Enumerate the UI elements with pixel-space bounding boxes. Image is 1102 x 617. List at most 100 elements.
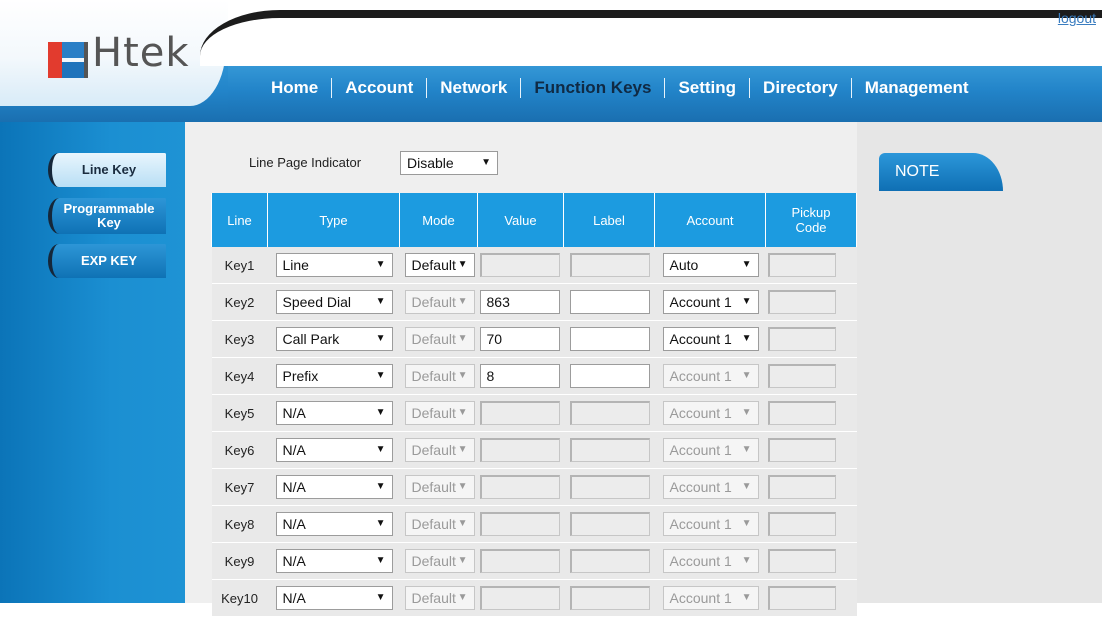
label-input[interactable] [569,549,650,573]
mode-select[interactable]: Default ▼ [404,327,475,351]
pickup-code-input[interactable] [767,512,836,536]
account-select[interactable]: Account 1 ▼ [662,401,759,425]
label-input[interactable] [569,253,650,277]
key-name: Key4 [211,357,268,395]
dropdown-arrow-icon: ▼ [375,555,386,566]
account-select[interactable]: Auto ▼ [662,253,759,277]
type-select[interactable]: N/A ▼ [275,512,393,536]
label-input[interactable] [569,401,650,425]
label-input[interactable] [569,512,650,536]
type-select[interactable]: N/A ▼ [275,549,393,573]
nav-directory[interactable]: Directory [750,78,851,98]
account-select[interactable]: Account 1 ▼ [662,327,759,351]
type-select[interactable]: Line ▼ [275,253,393,277]
value-input[interactable] [479,475,560,499]
pickup-code-input[interactable] [767,475,836,499]
label-input[interactable] [569,364,650,388]
mode-select[interactable]: Default ▼ [404,586,475,610]
value-input[interactable] [479,549,560,573]
dropdown-arrow-icon: ▼ [375,592,386,603]
dropdown-arrow-icon: ▼ [457,518,468,529]
pickup-code-input[interactable] [767,290,836,314]
function-keys-table: Line Type Mode Value Label Account Picku… [211,193,857,617]
nav-network[interactable]: Network [427,78,520,98]
mode-select[interactable]: Default ▼ [404,438,475,462]
pickup-code-input[interactable] [767,586,836,610]
pickup-code-input[interactable] [767,364,836,388]
type-select[interactable]: N/A ▼ [275,438,393,462]
type-select[interactable]: N/A ▼ [275,401,393,425]
value-input[interactable] [479,586,560,610]
mode-select[interactable]: Default ▼ [404,475,475,499]
table-row: Key6 N/A ▼ Default ▼ Account 1 ▼ [211,431,857,469]
label-input[interactable] [569,586,650,610]
pickup-code-input[interactable] [767,549,836,573]
type-value: Call Park [282,331,340,347]
pickup-code-input[interactable] [767,253,836,277]
nav-account[interactable]: Account [332,78,426,98]
account-select[interactable]: Account 1 ▼ [662,549,759,573]
mode-select[interactable]: Default ▼ [404,290,475,314]
account-select[interactable]: Account 1 ▼ [662,364,759,388]
value-input[interactable]: 863 [479,290,560,314]
value-input[interactable] [479,401,560,425]
nav-home[interactable]: Home [268,78,331,98]
pickup-code-input[interactable] [767,401,836,425]
nav-function-keys[interactable]: Function Keys [521,78,664,98]
type-value: N/A [282,479,306,495]
dropdown-arrow-icon: ▼ [457,333,468,344]
account-value: Account 1 [669,331,732,347]
note-title: NOTE [879,153,1003,191]
label-input[interactable] [569,475,650,499]
nav-setting[interactable]: Setting [665,78,749,98]
sidebar-item-exp-key[interactable]: EXP KEY [48,244,166,278]
dropdown-arrow-icon: ▼ [375,444,386,455]
type-select[interactable]: Prefix ▼ [275,364,393,388]
label-input[interactable] [569,438,650,462]
dropdown-arrow-icon: ▼ [375,259,386,270]
logout-link[interactable]: logout [1058,10,1096,26]
value-text: 8 [486,368,495,384]
mode-select[interactable]: Default ▼ [404,549,475,573]
label-input[interactable] [569,290,650,314]
type-select[interactable]: Speed Dial ▼ [275,290,393,314]
dropdown-arrow-icon: ▼ [375,370,386,381]
mode-select[interactable]: Default ▼ [404,401,475,425]
value-text: 70 [486,331,503,347]
line-page-indicator-select[interactable]: Disable ▼ [400,151,498,175]
pickup-code-input[interactable] [767,327,836,351]
type-select[interactable]: N/A ▼ [275,475,393,499]
account-select[interactable]: Account 1 ▼ [662,475,759,499]
value-input[interactable] [479,512,560,536]
key-name: Key10 [211,579,268,617]
account-select[interactable]: Account 1 ▼ [662,290,759,314]
account-select[interactable]: Account 1 ▼ [662,438,759,462]
sidebar-item-programmable-key[interactable]: Programmable Key [48,198,166,234]
mode-select[interactable]: Default ▼ [404,364,475,388]
value-input[interactable]: 70 [479,327,560,351]
key-name: Key2 [211,283,268,321]
mode-select[interactable]: Default ▼ [404,253,475,277]
dropdown-arrow-icon: ▼ [457,555,468,566]
dropdown-arrow-icon: ▼ [741,518,752,529]
label-input[interactable] [569,327,650,351]
account-select[interactable]: Account 1 ▼ [662,586,759,610]
value-input[interactable] [479,253,560,277]
table-row: Key2 Speed Dial ▼ Default ▼ 863 Account 1 ▼ [211,283,857,321]
type-select[interactable]: Call Park ▼ [275,327,393,351]
mode-select[interactable]: Default ▼ [404,512,475,536]
mode-value: Default [411,516,456,532]
type-value: N/A [282,516,306,532]
dropdown-arrow-icon: ▼ [741,259,752,270]
value-input[interactable]: 8 [479,364,560,388]
account-select[interactable]: Account 1 ▼ [662,512,759,536]
logo-text: Htek [92,30,190,76]
dropdown-arrow-icon: ▼ [457,296,468,307]
value-input[interactable] [479,438,560,462]
dropdown-arrow-icon: ▼ [457,259,468,270]
header-pickup-code: Pickup Code [765,193,857,247]
pickup-code-input[interactable] [767,438,836,462]
sidebar-item-line-key[interactable]: Line Key [48,153,166,187]
nav-management[interactable]: Management [852,78,982,98]
type-select[interactable]: N/A ▼ [275,586,393,610]
